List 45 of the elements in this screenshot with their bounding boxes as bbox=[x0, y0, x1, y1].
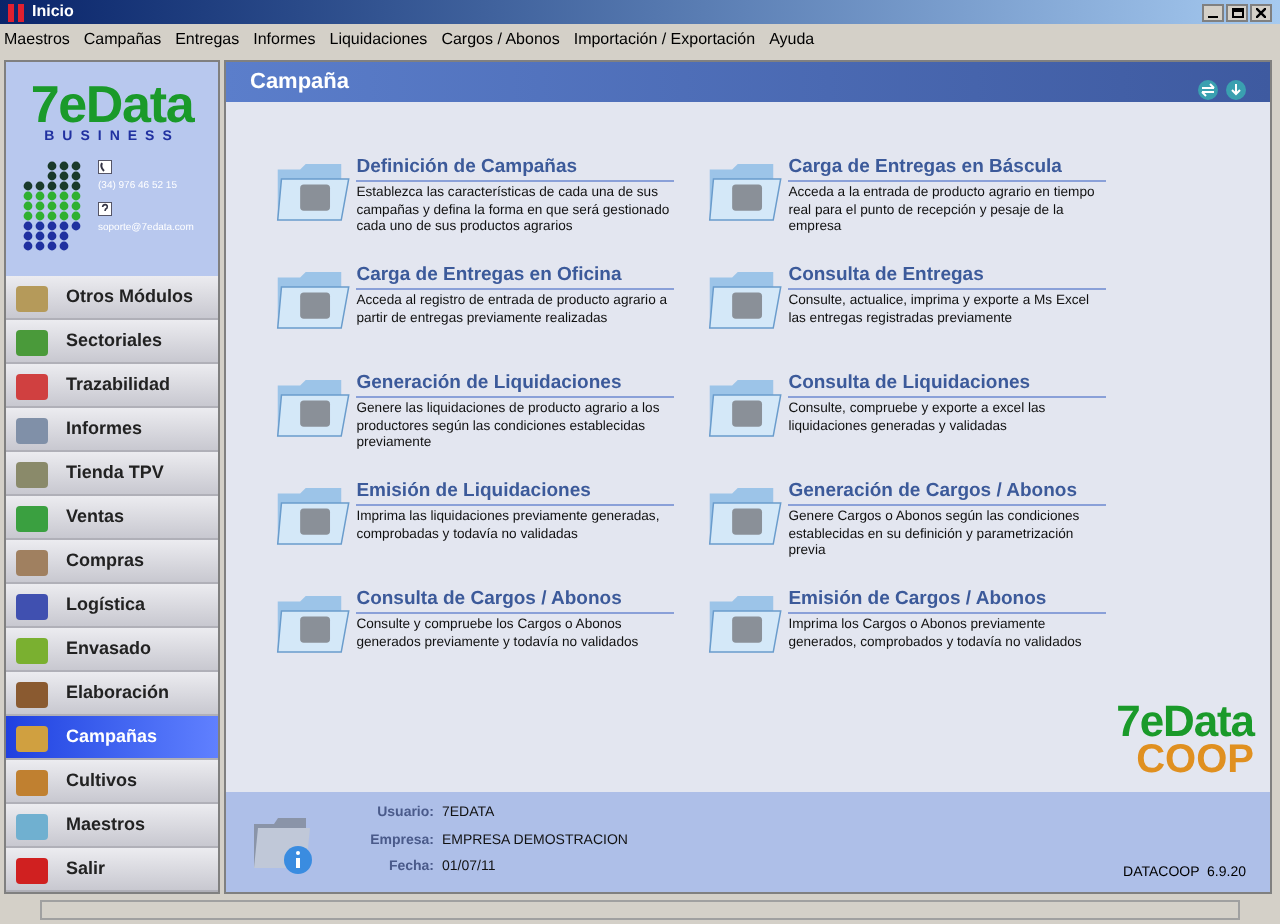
option-link[interactable]: Definición de Campañas bbox=[356, 156, 674, 182]
menu-item[interactable]: Liquidaciones bbox=[329, 31, 428, 47]
sidebar-item[interactable]: Ventas bbox=[6, 496, 218, 540]
option-link[interactable]: Emisión de Liquidaciones bbox=[356, 480, 674, 506]
sidebar-item[interactable]: Otros Módulos bbox=[6, 276, 218, 320]
option-link[interactable]: Carga de Entregas en Báscula bbox=[788, 156, 1106, 182]
sidebar-item[interactable]: Logística bbox=[6, 584, 218, 628]
option-link[interactable]: Consulta de Entregas bbox=[788, 264, 1106, 290]
swap-icon bbox=[1198, 80, 1218, 100]
maximize-button[interactable] bbox=[1226, 3, 1248, 21]
menu-item[interactable]: Importación / Exportación bbox=[573, 31, 756, 47]
sidebar-item[interactable]: Salir bbox=[6, 848, 218, 892]
sidebar-item[interactable]: Informes bbox=[6, 408, 218, 452]
help-icon bbox=[98, 201, 112, 215]
phone-icon bbox=[98, 160, 112, 174]
sidebar-item[interactable]: Compras bbox=[6, 540, 218, 584]
menu-item[interactable]: Maestros bbox=[4, 31, 70, 47]
menu-item[interactable]: Cargos / Abonos bbox=[441, 31, 560, 47]
menu-item[interactable]: Campañas bbox=[83, 31, 162, 47]
sidebar-item[interactable]: Envasado bbox=[6, 628, 218, 672]
option-link[interactable]: Emisión de Cargos / Abonos bbox=[788, 588, 1106, 614]
option-link[interactable]: Consulta de Liquidaciones bbox=[788, 372, 1106, 398]
menu-item[interactable]: Entregas bbox=[175, 31, 240, 47]
menu-item[interactable]: Ayuda bbox=[769, 31, 815, 47]
section-title: Campaña bbox=[250, 67, 350, 98]
sidebar-item[interactable]: Sectoriales bbox=[6, 320, 218, 364]
download-icon bbox=[1226, 80, 1246, 100]
option-link[interactable]: Generación de Liquidaciones bbox=[356, 372, 674, 398]
sidebar-item[interactable]: Campañas bbox=[6, 716, 218, 760]
option-link[interactable]: Consulta de Cargos / Abonos bbox=[356, 588, 674, 614]
close-icon bbox=[1256, 7, 1266, 17]
dots-drawing bbox=[22, 160, 82, 252]
sidebar-item[interactable]: Maestros bbox=[6, 804, 218, 848]
option-link[interactable]: Carga de Entregas en Oficina bbox=[356, 264, 674, 290]
minimize-button[interactable] bbox=[1202, 3, 1224, 21]
sidebar-item[interactable]: Elaboración bbox=[6, 672, 218, 716]
sidebar-item[interactable]: Tienda TPV bbox=[6, 452, 218, 496]
app-icon bbox=[8, 3, 24, 21]
menu-item[interactable]: Informes bbox=[253, 31, 316, 47]
window-title: Inicio bbox=[32, 4, 74, 20]
product-logo: 7eData COOP bbox=[1116, 700, 1254, 780]
sidebar-item[interactable]: Cultivos bbox=[6, 760, 218, 804]
sidebar-item[interactable]: Trazabilidad bbox=[6, 364, 218, 408]
option-link[interactable]: Generación de Cargos / Abonos bbox=[788, 480, 1106, 506]
close-button[interactable] bbox=[1250, 3, 1272, 21]
